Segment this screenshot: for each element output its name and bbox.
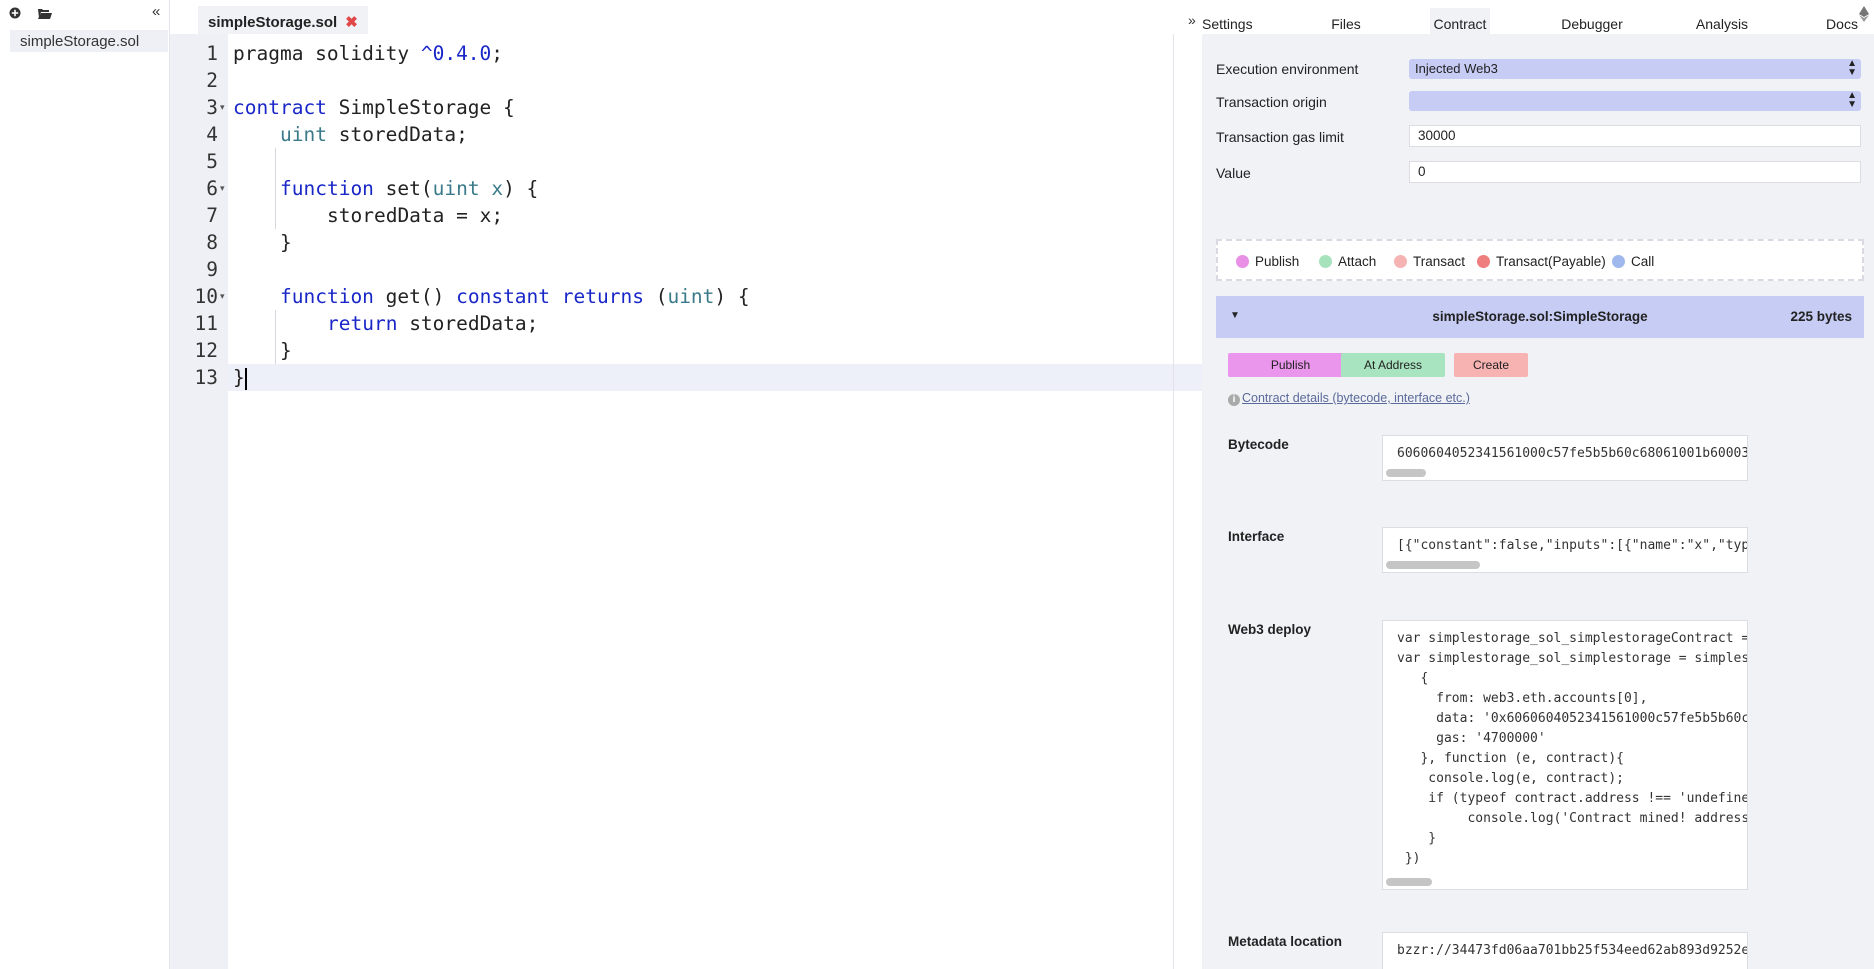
at-address-button[interactable]: At Address [1341,353,1445,377]
text-cursor [244,367,247,390]
tab-debugger[interactable]: Debugger [1557,8,1627,34]
legend-transact: Transact [1394,254,1465,269]
web3-deploy-label: Web3 deploy [1228,622,1312,637]
file-item-simplestorage[interactable]: simpleStorage.sol [10,30,168,52]
code-line: uint storedData; [280,123,468,146]
contract-name: simpleStorage.sol:SimpleStorage [1432,309,1648,324]
interface-label: Interface [1228,529,1285,544]
editor-divider [1173,34,1174,969]
line-number: 3 [206,96,218,119]
publish-button[interactable]: Publish [1228,353,1353,377]
transaction-origin-select[interactable]: ▲ ▼ [1409,91,1861,111]
file-explorer-panel: « simpleStorage.sol [0,0,170,969]
fold-toggle-icon[interactable]: ▾ [220,94,225,121]
code-line: contract SimpleStorage { [233,96,515,119]
line-number: 8 [206,231,218,254]
file-toolbar: « [0,0,169,30]
expand-panel-button[interactable]: » [1188,12,1196,28]
transaction-origin-label: Transaction origin [1216,94,1327,110]
value-input[interactable]: 0 [1409,161,1861,183]
legend-dot-icon [1394,255,1407,268]
code-line: } [280,231,292,254]
code-line: function set(uint x) { [280,177,539,200]
value-label: Value [1216,165,1251,181]
line-number: 9 [206,258,218,281]
editor-tabbar: simpleStorage.sol ✖ [170,0,1202,34]
legend-dot-icon [1612,255,1625,268]
horizontal-scrollbar[interactable] [1386,469,1426,477]
code-line: function get() constant returns (uint) { [280,285,750,308]
legend-publish: Publish [1236,254,1299,269]
editor-tab-simplestorage[interactable]: simpleStorage.sol ✖ [198,6,368,34]
metadata-location-box[interactable]: bzzr://34473fd06aa701bb25f534eed62ab893d… [1382,932,1748,969]
code-line: storedData = x; [327,204,504,227]
contract-header[interactable]: ▼ simpleStorage.sol:SimpleStorage 225 by… [1216,296,1864,338]
fold-toggle-icon[interactable]: ▾ [220,175,225,202]
metadata-location-label: Metadata location [1228,934,1343,949]
interface-value: [{"constant":false,"inputs":[{"name":"x"… [1397,538,1747,553]
info-icon: i [1228,394,1240,406]
tab-analysis[interactable]: Analysis [1692,8,1752,34]
right-panel-tabs: Settings Files Contract Debugger Analysi… [1202,0,1874,34]
tab-files[interactable]: Files [1328,8,1364,34]
gas-limit-input[interactable]: 30000 [1409,125,1861,147]
line-number: 12 [194,339,218,362]
tab-contract[interactable]: Contract [1430,8,1490,34]
plus-circle-icon[interactable] [9,7,21,22]
code-editor: simpleStorage.sol ✖ 1 2 3 ▾ 4 5 6 ▾ 7 8 9… [170,0,1202,969]
select-arrows-icon: ▲ ▼ [1847,58,1857,78]
horizontal-scrollbar[interactable] [1386,561,1480,569]
legend-dot-icon [1236,255,1249,268]
ethereum-logo-icon [1854,0,1874,32]
code-area[interactable]: pragma solidity ^0.4.0; contract SimpleS… [228,34,1202,969]
line-number: 6 [206,177,218,200]
legend-transact-payable: Transact(Payable) [1477,254,1606,269]
line-number: 2 [206,69,218,92]
function-type-legend: Publish Attach Transact Transact(Payable… [1216,239,1864,281]
code-line: return storedData; [327,312,539,335]
line-number: 13 [194,366,218,389]
code-line: pragma solidity ^0.4.0; [233,42,504,65]
tab-settings[interactable]: Settings [1202,8,1253,34]
execution-environment-select[interactable]: Injected Web3 ▲ ▼ [1409,59,1861,79]
web3-deploy-code: var simplestorage_sol_simplestorageContr… [1397,631,1748,866]
fold-toggle-icon[interactable]: ▾ [220,283,225,310]
bytecode-box[interactable]: 6060604052341561000c57fe5b5b60c68061001b… [1382,435,1748,481]
legend-call: Call [1612,254,1654,269]
code-line: } [280,339,292,362]
legend-attach: Attach [1319,254,1376,269]
horizontal-scrollbar[interactable] [1386,878,1432,886]
contract-details-link[interactable]: i Contract details (bytecode, interface e… [1228,391,1470,406]
tab-label: simpleStorage.sol [208,14,338,31]
gas-limit-label: Transaction gas limit [1216,129,1344,145]
right-panel: » Settings Files Contract Debugger Analy… [1188,0,1874,969]
metadata-location-value: bzzr://34473fd06aa701bb25f534eed62ab893d… [1397,943,1748,958]
select-arrows-icon: ▲ ▼ [1847,90,1857,110]
bytecode-value: 6060604052341561000c57fe5b5b60c68061001b… [1397,446,1748,461]
line-number-gutter: 1 2 3 ▾ 4 5 6 ▾ 7 8 9 10 ▾ 11 12 13 [170,34,228,969]
bytecode-label: Bytecode [1228,437,1289,452]
interface-box[interactable]: [{"constant":false,"inputs":[{"name":"x"… [1382,527,1748,573]
remix-ide: « simpleStorage.sol simpleStorage.sol ✖ 1… [0,0,1874,969]
contract-tab-content: Execution environment Injected Web3 ▲ ▼ T… [1202,34,1874,969]
folder-open-icon[interactable] [38,7,52,22]
line-number: 5 [206,150,218,173]
line-number: 4 [206,123,218,146]
web3-deploy-box[interactable]: var simplestorage_sol_simplestorageContr… [1382,620,1748,890]
close-icon[interactable]: ✖ [345,14,358,31]
line-number: 1 [206,42,218,65]
active-code-line: } [228,364,1202,391]
legend-dot-icon [1319,255,1332,268]
legend-dot-icon [1477,255,1490,268]
contract-size: 225 bytes [1790,309,1852,324]
line-number: 7 [206,204,218,227]
collapse-panel-button[interactable]: « [152,3,160,20]
execution-environment-label: Execution environment [1216,61,1359,77]
create-button[interactable]: Create [1454,353,1528,377]
line-number: 10 [194,285,218,308]
line-number: 11 [194,312,218,335]
